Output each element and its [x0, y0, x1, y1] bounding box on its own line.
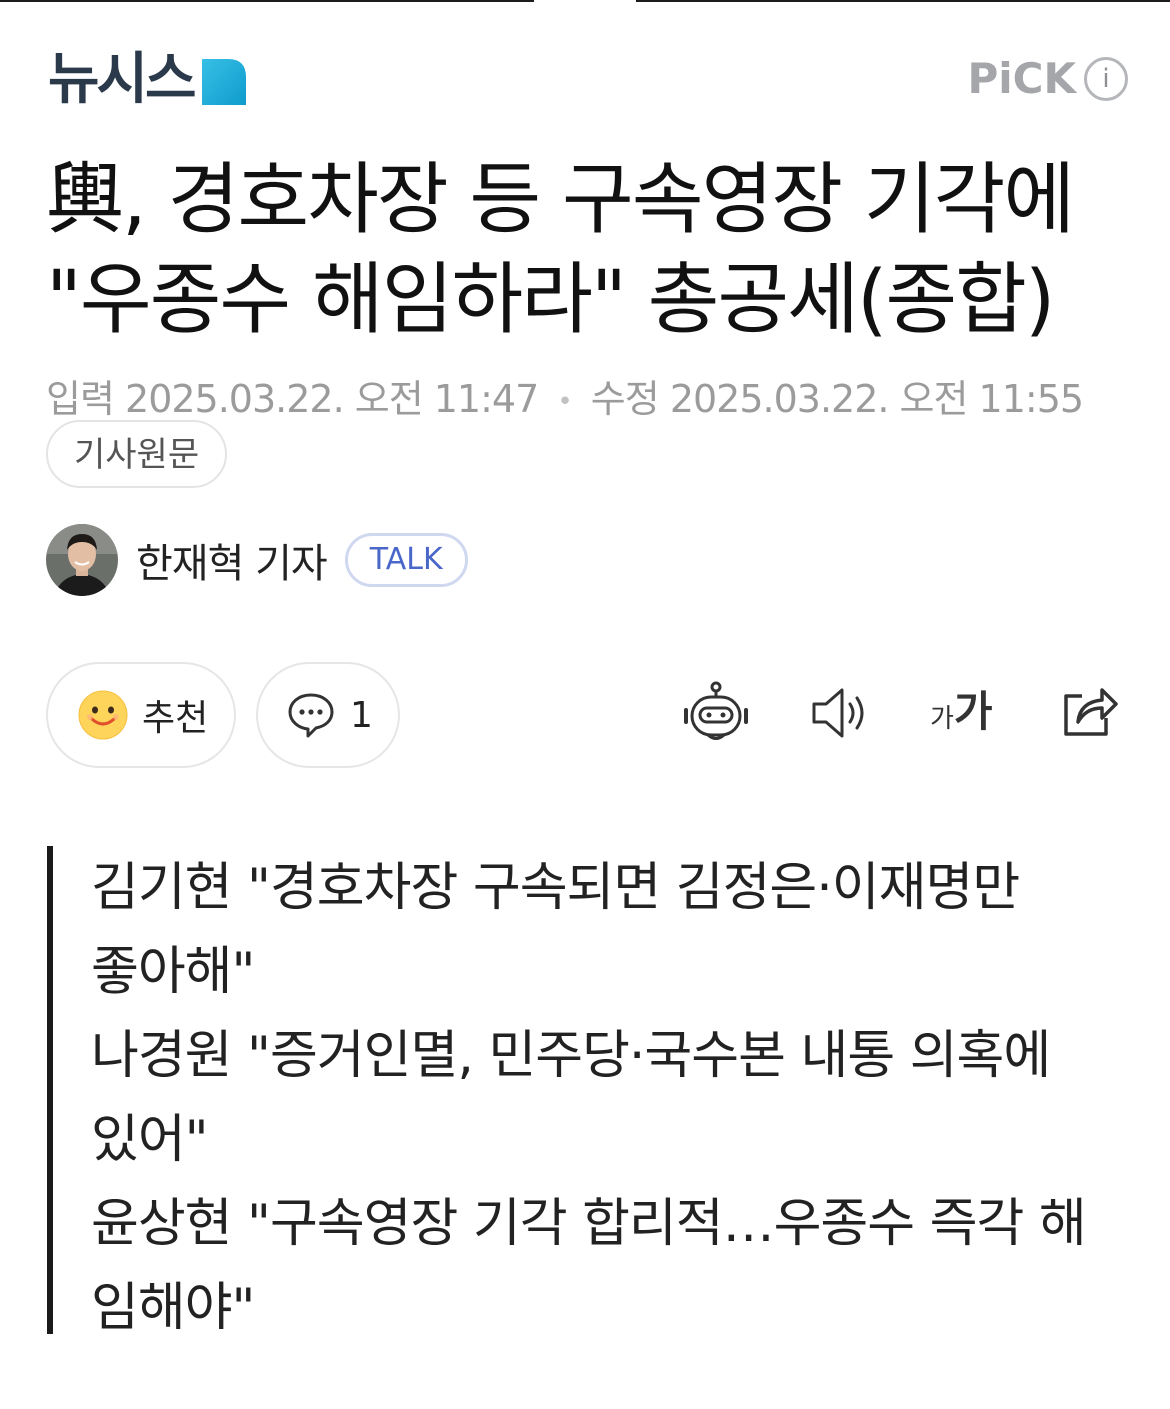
newsis-logo[interactable]: 뉴시스: [48, 52, 246, 108]
speaker-icon[interactable]: [810, 680, 870, 746]
talk-button[interactable]: TALK: [344, 533, 468, 587]
input-date: 2025.03.22. 오전 11:47: [125, 377, 539, 421]
summary-line: 좋아해": [91, 942, 255, 1002]
modified-date: 2025.03.22. 오전 11:55: [669, 377, 1084, 421]
summary-line: 나경원 "증거인멸, 민주당·국수본 내통 의혹에: [91, 1026, 1051, 1086]
share-icon[interactable]: [1060, 680, 1118, 740]
author-name[interactable]: 한재혁 기자: [136, 531, 328, 589]
recommend-label: 추천: [142, 698, 209, 739]
pick-label: PiCK: [967, 54, 1076, 103]
author-photo-icon: [46, 524, 118, 596]
logo-text: 뉴시스: [48, 47, 197, 112]
comment-button[interactable]: 1: [256, 662, 400, 768]
original-article-button[interactable]: 기사원문: [46, 420, 228, 488]
article-summary: 김기현 "경호차장 구속되면 김정은·이재명만 좋아해" 나경원 "증거인멸, …: [47, 846, 1127, 1338]
font-size-icon[interactable]: 가 가: [930, 687, 993, 736]
recommend-button[interactable]: 추천: [46, 662, 236, 768]
ai-bot-icon[interactable]: [682, 680, 750, 746]
pick-badge[interactable]: PiCK i: [967, 54, 1128, 103]
top-progress-line: [0, 0, 1170, 2]
input-label: 입력: [46, 377, 115, 421]
article-toolbar: 추천 1 가 가: [46, 662, 1126, 770]
comment-icon: [288, 693, 334, 738]
font-size-small-label: 가: [930, 704, 954, 734]
comment-count: 1: [350, 694, 373, 736]
smile-icon: [78, 690, 128, 740]
modified-label: 수정: [590, 377, 660, 421]
newsis-logo-mark-icon: [201, 59, 246, 105]
article-header: 뉴시스 PiCK i: [48, 46, 1128, 114]
summary-line: 있어": [91, 1110, 209, 1170]
summary-line: 김기현 "경호차장 구속되면 김정은·이재명만: [91, 858, 1020, 918]
author-row: 한재혁 기자 TALK: [46, 522, 468, 598]
font-size-large-label: 가: [953, 687, 993, 736]
info-icon[interactable]: i: [1084, 56, 1128, 101]
summary-line: 임해야": [91, 1278, 255, 1338]
article-headline: 輿, 경호차장 등 구속영장 기각에 "우종수 해임하라" 총공세(종합): [46, 155, 1075, 345]
date-separator: •: [557, 386, 572, 417]
summary-line: 윤상현 "구속영장 기각 합리적…우종수 즉각 해: [91, 1194, 1087, 1254]
author-avatar[interactable]: [46, 524, 118, 596]
article-dates: 입력 2025.03.22. 오전 11:47 • 수정 2025.03.22.…: [46, 368, 1084, 423]
